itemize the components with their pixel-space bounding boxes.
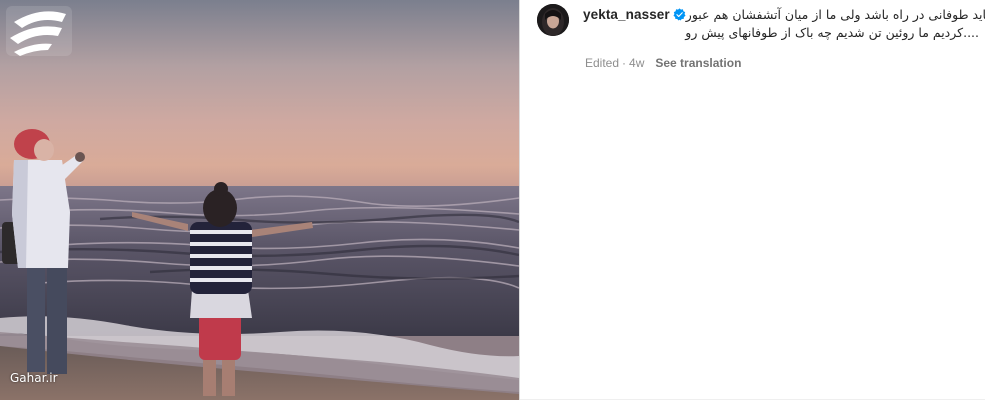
- gahar-logo-icon: [6, 6, 72, 56]
- username-link[interactable]: yekta_nasser: [583, 7, 670, 22]
- post-image[interactable]: Gahar.ir: [0, 0, 519, 400]
- avatar-image: [537, 4, 569, 36]
- caption-first-line: yekta_nasser شاید ،شاید طوفانی در راه با…: [583, 4, 985, 24]
- see-translation-button[interactable]: See translation: [655, 56, 741, 70]
- watermark-text: Gahar.ir: [10, 371, 58, 385]
- meta-separator: ·: [622, 56, 627, 70]
- caption-text-line2: ....کردیم ما روئین تن ‌شدیم چه باک از طو…: [685, 25, 979, 40]
- instagram-post: Gahar.ir yekta_nasser اید طوفانی در راه …: [0, 0, 985, 400]
- caption-body: yekta_nasser شاید ،شاید طوفانی در راه با…: [583, 4, 985, 42]
- username-wrap: yekta_nasser: [583, 7, 686, 22]
- post-time[interactable]: 4w: [629, 56, 644, 70]
- verified-badge-icon: [673, 8, 686, 21]
- post-meta: Edited · 4w See translation: [585, 56, 741, 70]
- caption-text-line1: شاید ،شاید طوفانی در راه باشد ولی ما از …: [685, 6, 985, 22]
- post-sidebar: yekta_nasser شاید ،شاید طوفانی در راه با…: [520, 0, 985, 400]
- avatar[interactable]: [537, 4, 569, 36]
- edited-label: Edited: [585, 56, 620, 70]
- caption-row: yekta_nasser شاید ،شاید طوفانی در راه با…: [537, 4, 985, 42]
